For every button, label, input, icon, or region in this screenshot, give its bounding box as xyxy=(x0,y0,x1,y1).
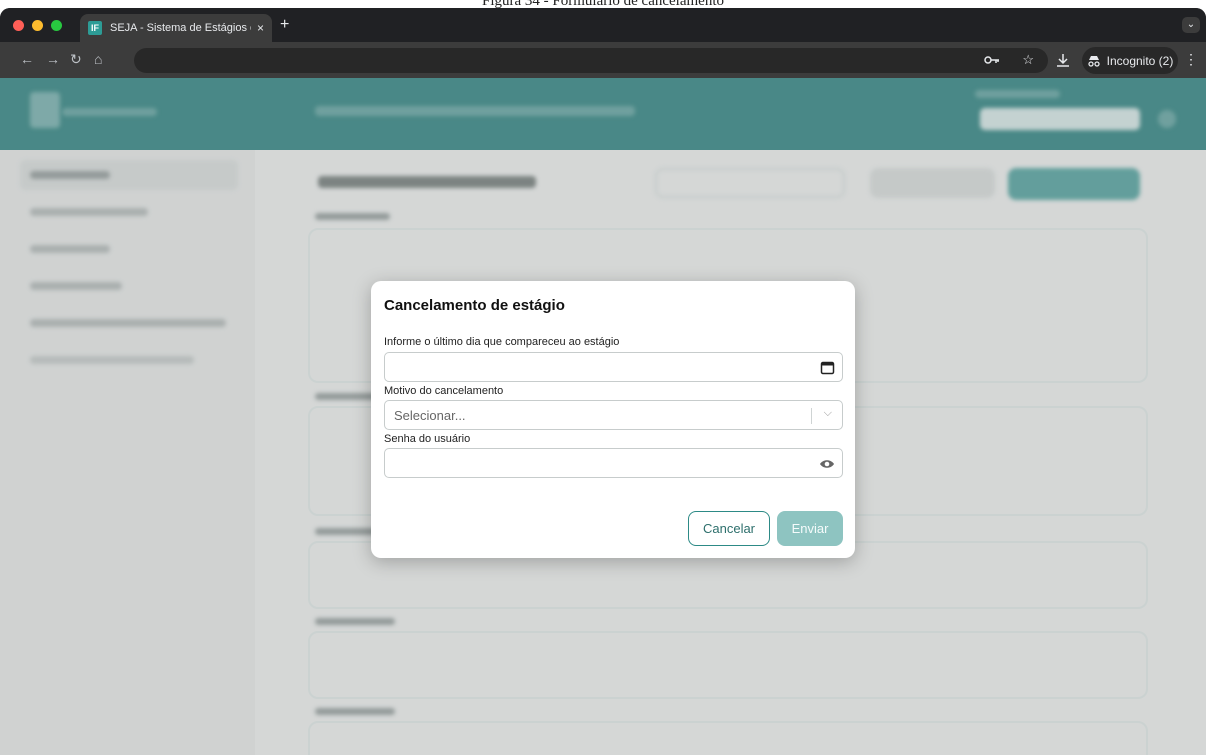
dialog-title: Cancelamento de estágio xyxy=(384,297,565,314)
figure-caption: Figura 34 - Formulário de cancelamento xyxy=(481,0,724,8)
new-tab-button[interactable]: + xyxy=(280,16,289,34)
tab-strip: IF SEJA - Sistema de Estágios e × + ⌄ xyxy=(0,8,1206,42)
chevron-down-icon[interactable]: ⌵ xyxy=(824,407,832,420)
select-separator xyxy=(811,408,812,424)
incognito-indicator[interactable]: Incognito (2) xyxy=(1082,47,1178,74)
address-bar[interactable]: ☆ xyxy=(134,48,1048,73)
tab-title: SEJA - Sistema de Estágios e xyxy=(110,22,251,34)
calendar-icon[interactable] xyxy=(820,360,835,375)
last-day-date-input[interactable] xyxy=(384,352,843,382)
reason-placeholder: Selecionar... xyxy=(394,408,466,423)
last-day-label: Informe o último dia que compareceu ao e… xyxy=(384,336,620,348)
reason-label: Motivo do cancelamento xyxy=(384,385,504,397)
browser-toolbar: ← → ↻ ⌂ ☆ Incognito (2) ⋮ xyxy=(0,42,1206,78)
tab-close-icon[interactable]: × xyxy=(257,21,264,35)
reason-select[interactable]: Selecionar... ⌵ xyxy=(384,400,843,430)
eye-icon[interactable] xyxy=(819,458,835,470)
cancel-internship-dialog: Cancelamento de estágio Informe o último… xyxy=(371,281,855,558)
home-icon[interactable]: ⌂ xyxy=(94,51,102,67)
browser-tab[interactable]: IF SEJA - Sistema de Estágios e × xyxy=(80,14,272,42)
minimize-window-button[interactable] xyxy=(32,20,43,31)
forward-arrow-icon[interactable]: → xyxy=(46,51,60,67)
password-key-icon[interactable] xyxy=(984,54,1000,66)
cancel-button[interactable]: Cancelar xyxy=(688,511,770,546)
back-arrow-icon[interactable]: ← xyxy=(20,51,34,67)
incognito-label: Incognito (2) xyxy=(1106,53,1174,68)
download-icon[interactable] xyxy=(1056,53,1070,67)
password-label: Senha do usuário xyxy=(384,433,471,445)
reload-icon[interactable]: ↻ xyxy=(70,51,82,68)
maximize-window-button[interactable] xyxy=(51,20,62,31)
tab-search-chevron-icon[interactable]: ⌄ xyxy=(1182,17,1200,33)
browser-window: IF SEJA - Sistema de Estágios e × + ⌄ ← … xyxy=(0,8,1206,755)
incognito-icon xyxy=(1087,55,1100,67)
browser-menu-icon[interactable]: ⋮ xyxy=(1184,51,1198,68)
close-window-button[interactable] xyxy=(13,20,24,31)
app-favicon-icon: IF xyxy=(88,21,102,35)
bookmark-star-icon[interactable]: ☆ xyxy=(1022,52,1034,68)
send-button[interactable]: Enviar xyxy=(777,511,843,546)
password-input[interactable] xyxy=(384,448,843,478)
